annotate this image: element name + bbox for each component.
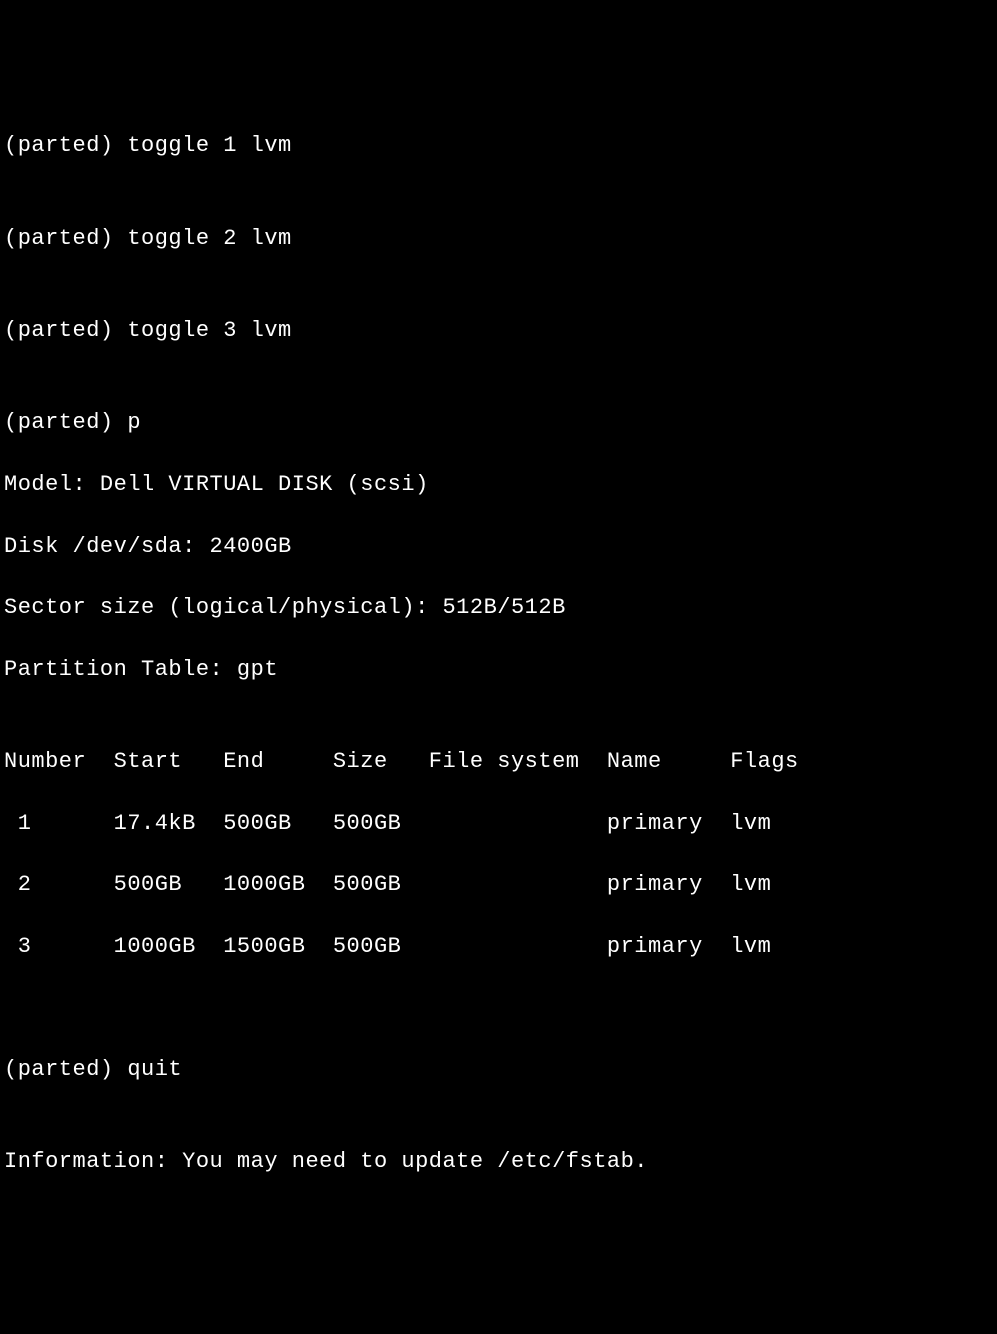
command-line-print: (parted) p: [4, 408, 993, 439]
disk-model: Model: Dell VIRTUAL DISK (scsi): [4, 470, 993, 501]
command-line-quit: (parted) quit: [4, 1055, 993, 1086]
disk-path: Disk /dev/sda: 2400GB: [4, 532, 993, 563]
command-text: toggle 1 lvm: [127, 133, 291, 158]
command-text: p: [127, 410, 141, 435]
command-text: toggle 2 lvm: [127, 226, 291, 251]
sector-size: Sector size (logical/physical): 512B/512…: [4, 593, 993, 624]
command-line-toggle3: (parted) toggle 3 lvm: [4, 316, 993, 347]
command-line-toggle2: (parted) toggle 2 lvm: [4, 224, 993, 255]
prompt: (parted): [4, 133, 114, 158]
prompt: (parted): [4, 410, 114, 435]
command-text: toggle 3 lvm: [127, 318, 291, 343]
table-row: 2 500GB 1000GB 500GB primary lvm: [4, 870, 993, 901]
command-text: quit: [127, 1057, 182, 1082]
table-row: 1 17.4kB 500GB 500GB primary lvm: [4, 809, 993, 840]
table-header-row: Number Start End Size File system Name F…: [4, 747, 993, 778]
terminal-output: (parted) toggle 1 lvm (parted) toggle 2 …: [4, 131, 993, 1209]
command-line-toggle1: (parted) toggle 1 lvm: [4, 131, 993, 162]
prompt: (parted): [4, 318, 114, 343]
prompt: (parted): [4, 1057, 114, 1082]
partition-table-type: Partition Table: gpt: [4, 655, 993, 686]
prompt: (parted): [4, 226, 114, 251]
table-row: 3 1000GB 1500GB 500GB primary lvm: [4, 932, 993, 963]
info-message: Information: You may need to update /etc…: [4, 1147, 993, 1178]
